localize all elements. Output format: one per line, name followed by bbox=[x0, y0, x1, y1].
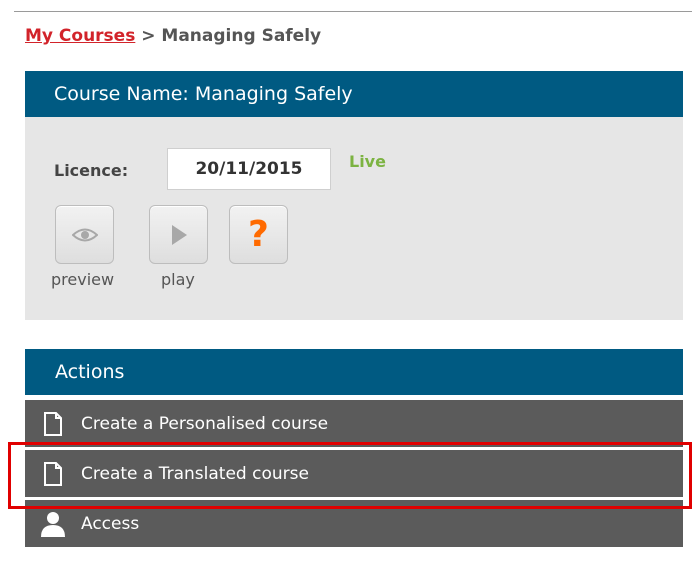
document-icon bbox=[25, 461, 81, 486]
create-personalised-course-item[interactable]: Create a Personalised course bbox=[25, 400, 683, 447]
action-item-label: Create a Translated course bbox=[81, 463, 309, 484]
course-panel: Licence: Live preview play ? bbox=[25, 117, 683, 320]
licence-label: Licence: bbox=[54, 161, 129, 180]
action-item-label: Access bbox=[81, 513, 140, 534]
breadcrumb-separator: > bbox=[135, 26, 162, 46]
help-icon: ? bbox=[248, 213, 269, 255]
play-icon bbox=[171, 224, 187, 245]
course-name-header: Course Name: Managing Safely bbox=[25, 71, 683, 117]
document-icon bbox=[25, 411, 81, 436]
breadcrumb: My Courses > Managing Safely bbox=[25, 26, 321, 46]
eye-icon bbox=[71, 228, 98, 241]
licence-date-field[interactable] bbox=[167, 148, 331, 190]
user-icon bbox=[25, 511, 81, 537]
preview-button[interactable] bbox=[55, 205, 114, 264]
breadcrumb-my-courses-link[interactable]: My Courses bbox=[25, 26, 135, 46]
help-button[interactable]: ? bbox=[229, 205, 288, 264]
play-label: play bbox=[161, 270, 195, 289]
top-divider bbox=[14, 11, 692, 12]
actions-header: Actions bbox=[25, 349, 683, 395]
play-button[interactable] bbox=[149, 205, 208, 264]
breadcrumb-current: Managing Safely bbox=[161, 26, 322, 46]
action-item-label: Create a Personalised course bbox=[81, 413, 329, 434]
preview-label: preview bbox=[51, 270, 115, 289]
create-translated-course-item[interactable]: Create a Translated course bbox=[25, 450, 683, 497]
access-item[interactable]: Access bbox=[25, 500, 683, 547]
status-badge: Live bbox=[349, 152, 386, 171]
